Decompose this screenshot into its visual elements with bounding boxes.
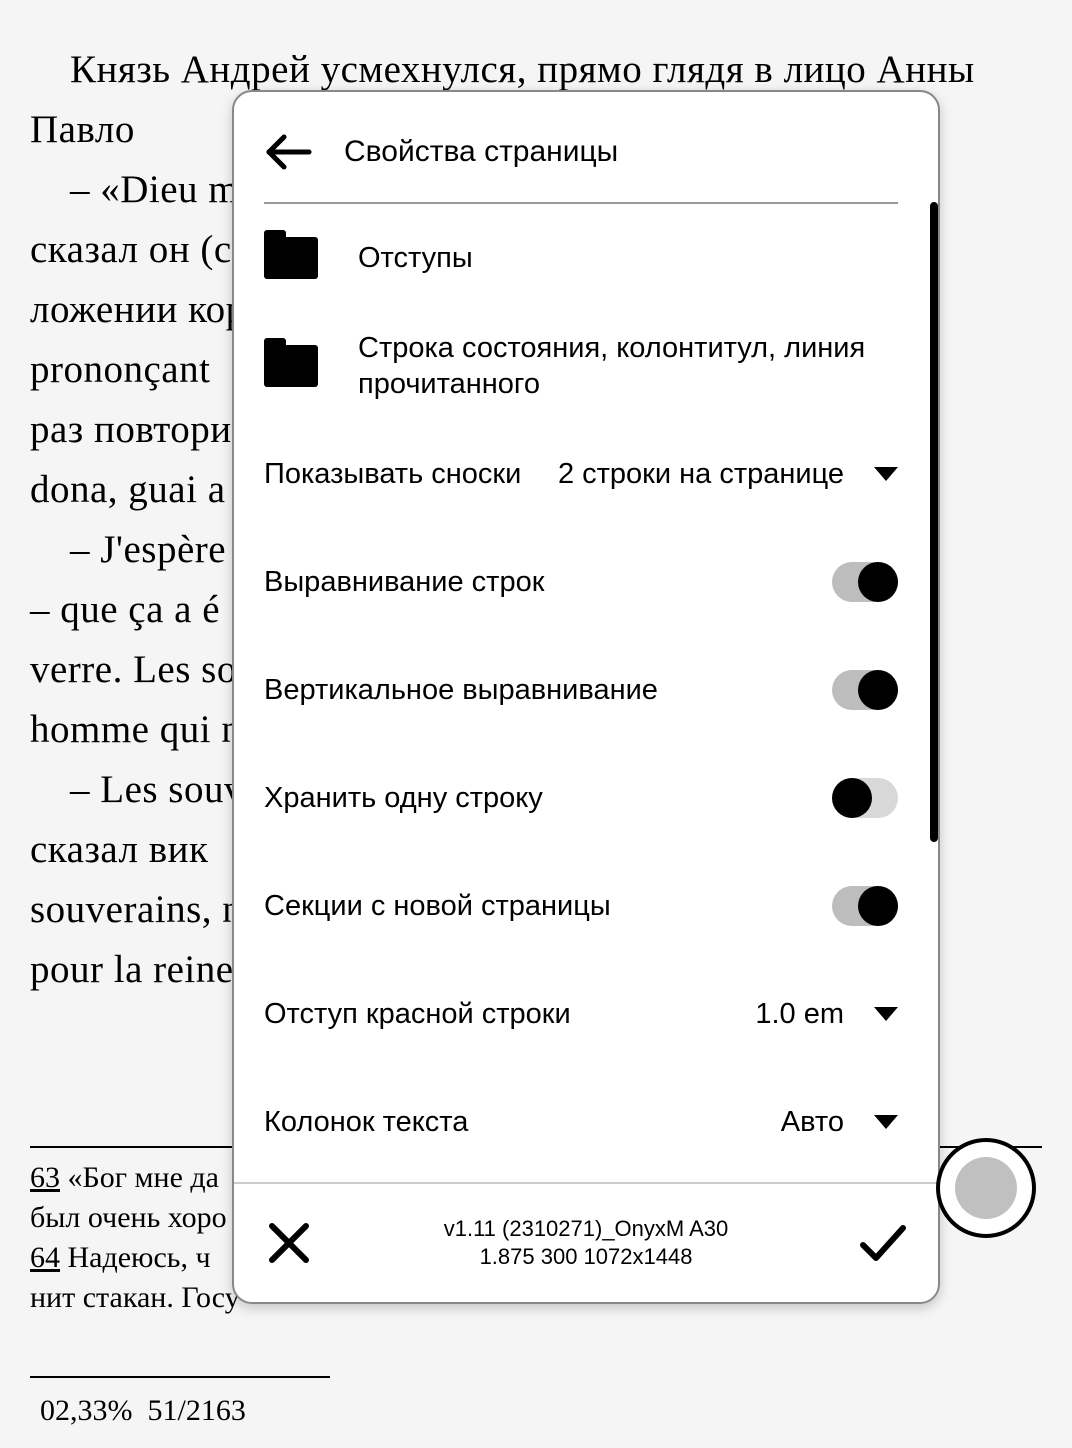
panel-title: Свойства страницы bbox=[344, 135, 618, 169]
version-info: v1.11 (2310271)_OnyxM A30 1.875 300 1072… bbox=[444, 1215, 729, 1271]
footer-rule bbox=[30, 1376, 330, 1378]
page-properties-panel: Свойства страницы Отступы Строка состоян… bbox=[232, 90, 940, 1304]
row-first-line-indent[interactable]: Отступ красной строки 1.0 em bbox=[264, 960, 898, 1068]
back-icon[interactable] bbox=[264, 132, 314, 172]
close-icon[interactable] bbox=[264, 1218, 314, 1268]
toggle-keep-one[interactable] bbox=[832, 778, 898, 818]
confirm-icon[interactable] bbox=[858, 1223, 908, 1263]
row-vertical-align[interactable]: Вертикальное выравнивание bbox=[264, 636, 898, 744]
scrollbar[interactable] bbox=[930, 202, 938, 842]
row-keep-one-line[interactable]: Хранить одну строку bbox=[264, 744, 898, 852]
floating-action-button[interactable] bbox=[936, 1138, 1036, 1238]
toggle-vertical-align[interactable] bbox=[832, 670, 898, 710]
row-justify-lines[interactable]: Выравнивание строк bbox=[264, 528, 898, 636]
row-statusline[interactable]: Строка состояния, колонтитул, линия проч… bbox=[264, 312, 898, 420]
folder-icon bbox=[264, 345, 318, 387]
chevron-down-icon bbox=[874, 1007, 898, 1021]
row-sections-newpage[interactable]: Секции с новой страницы bbox=[264, 852, 898, 960]
status-bar: 02,33% 51/2163 bbox=[40, 1394, 246, 1428]
chevron-down-icon bbox=[874, 467, 898, 481]
row-indents[interactable]: Отступы bbox=[264, 204, 898, 312]
folder-icon bbox=[264, 237, 318, 279]
chevron-down-icon bbox=[874, 1115, 898, 1129]
toggle-sections-newpage[interactable] bbox=[832, 886, 898, 926]
fab-inner-circle bbox=[955, 1157, 1017, 1219]
row-text-columns[interactable]: Колонок текста Авто bbox=[264, 1068, 898, 1176]
toggle-justify[interactable] bbox=[832, 562, 898, 602]
row-show-footnotes[interactable]: Показывать сноски 2 строки на странице bbox=[264, 420, 898, 528]
